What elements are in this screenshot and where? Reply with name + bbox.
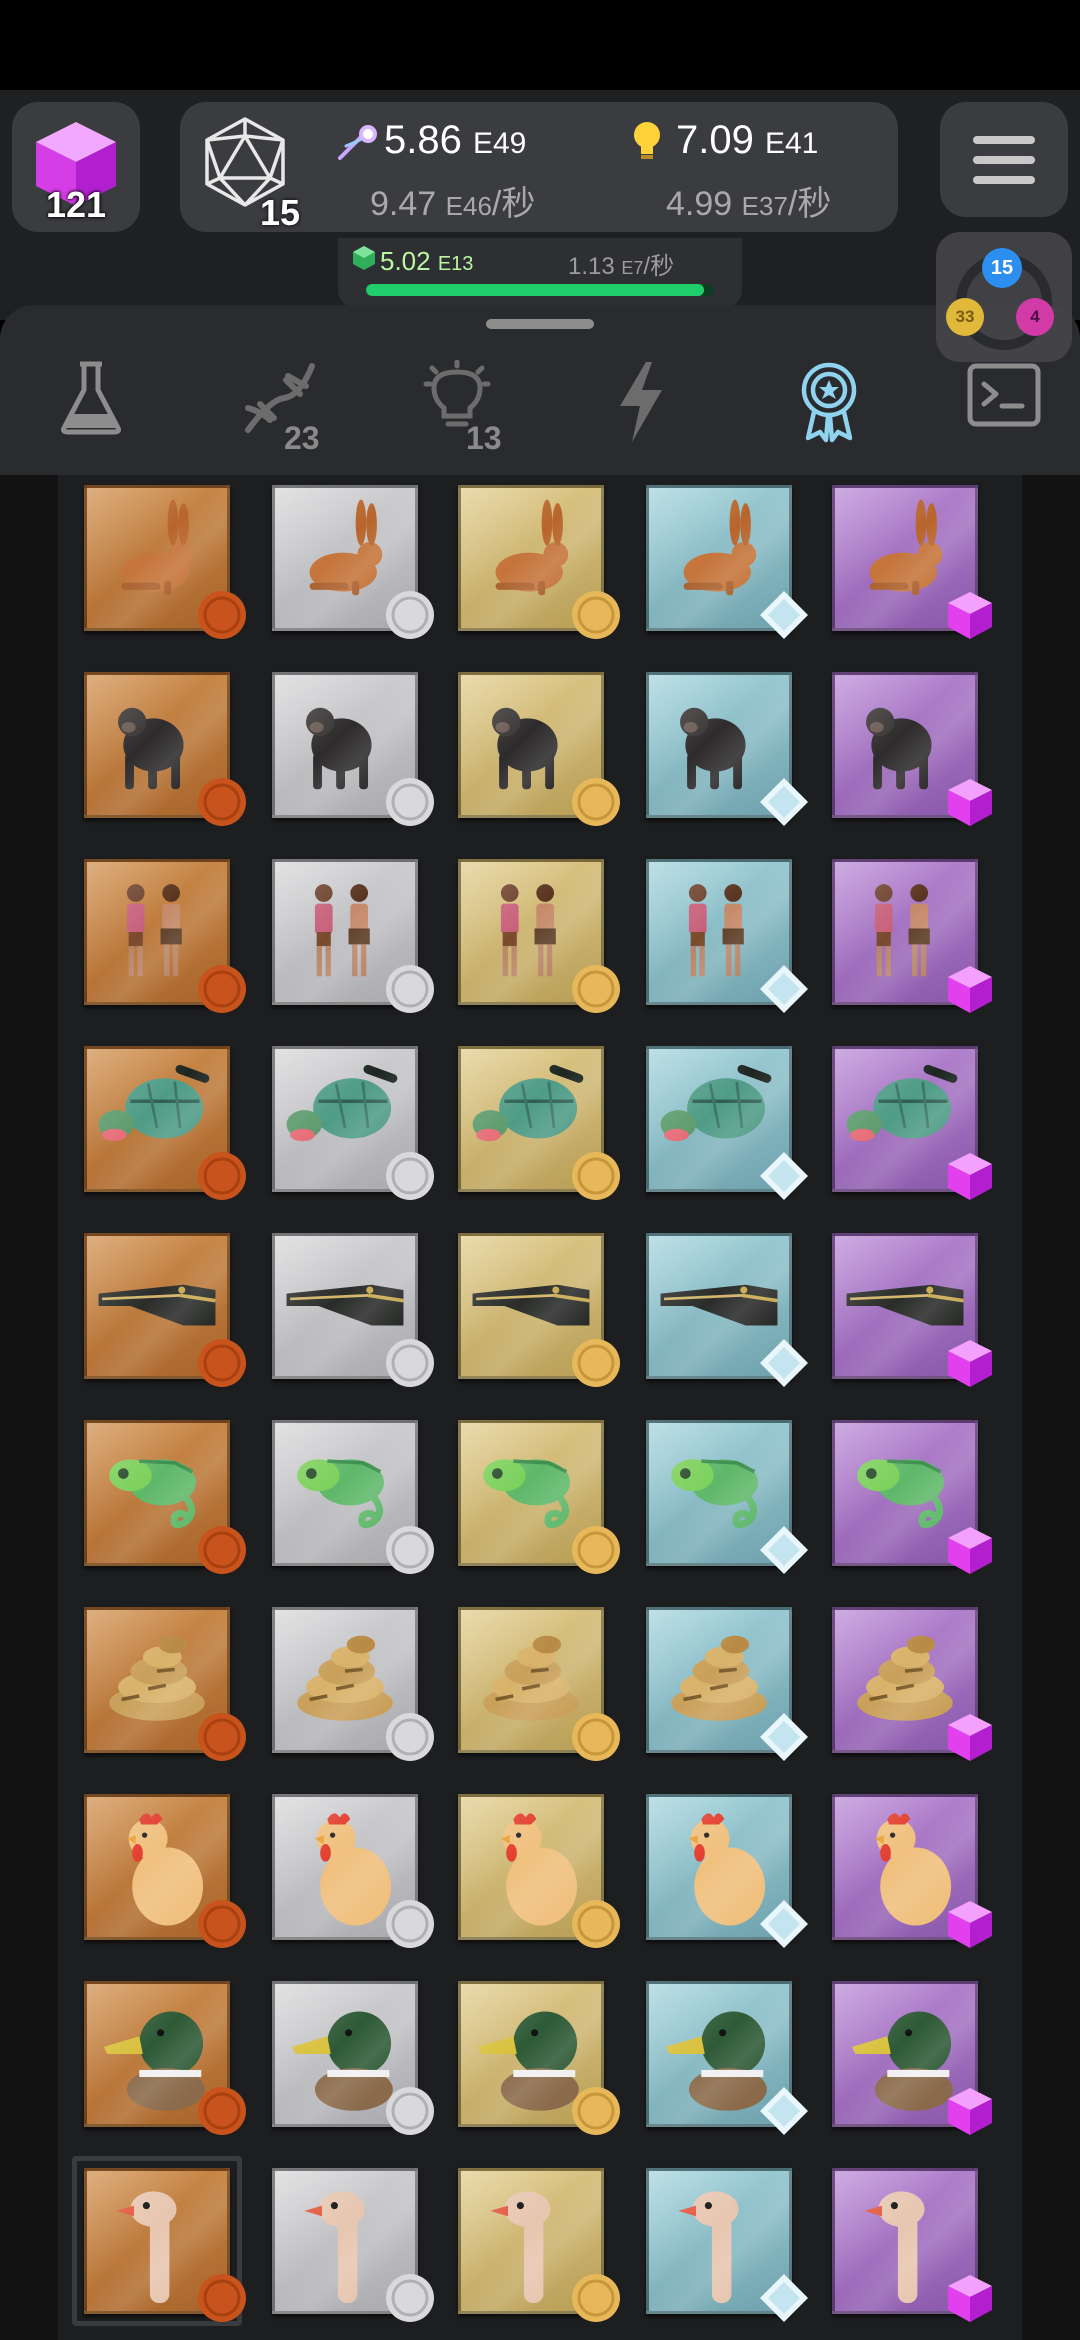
- tab-console[interactable]: [940, 360, 1060, 460]
- stats-top-badge: 15: [982, 248, 1022, 288]
- bronze-medal-icon: [196, 1898, 248, 1950]
- tab-ideas-badge: 13: [466, 420, 502, 456]
- gold-medal-icon: [570, 1337, 622, 1389]
- diamond-medal-icon: [758, 1898, 810, 1950]
- stats-left-badge: 33: [946, 298, 984, 336]
- gold-medal-icon: [570, 1898, 622, 1950]
- tab-dna-badge: 23: [284, 420, 320, 456]
- amethyst-medal-icon: [944, 2272, 996, 2324]
- bronze-medal-icon: [196, 2272, 248, 2324]
- amethyst-medal-icon: [944, 1150, 996, 1202]
- diamond-medal-icon: [758, 2085, 810, 2137]
- gold-medal-icon: [570, 589, 622, 641]
- gold-medal-icon: [570, 776, 622, 828]
- amethyst-medal-icon: [944, 963, 996, 1015]
- lightbulb-icon: [634, 122, 660, 159]
- silver-medal-icon: [384, 1150, 436, 1202]
- stats-right-badge: 4: [1016, 298, 1054, 336]
- gold-medal-icon: [570, 1150, 622, 1202]
- tab-ideas[interactable]: 13: [396, 360, 516, 460]
- diamond-medal-icon: [758, 1337, 810, 1389]
- amethyst-medal-icon: [944, 1337, 996, 1389]
- stats-widget[interactable]: 15 33 4: [936, 232, 1072, 362]
- diamond-medal-icon: [758, 1711, 810, 1763]
- resource-panel: 15 5.86 E49 9.47 E46/秒 7.09 E41 4.99 E37…: [180, 102, 898, 233]
- gem-value: 5.02 E13: [380, 246, 474, 276]
- menu-button[interactable]: [940, 102, 1068, 217]
- bronze-medal-icon: [196, 963, 248, 1015]
- diamond-medal-icon: [758, 1524, 810, 1576]
- gem-progress-bar: [366, 284, 714, 296]
- cube-count: 121: [45, 184, 107, 225]
- bronze-medal-icon: [196, 776, 248, 828]
- tab-lab[interactable]: [30, 360, 150, 460]
- amethyst-medal-icon: [944, 1711, 996, 1763]
- award-medal-icon: [801, 362, 857, 443]
- gold-medal-icon: [570, 2085, 622, 2137]
- gem-progress-fill: [366, 284, 704, 296]
- silver-medal-icon: [384, 776, 436, 828]
- tab-achievements[interactable]: [768, 360, 888, 460]
- bronze-medal-icon: [196, 589, 248, 641]
- bronze-medal-icon: [196, 1337, 248, 1389]
- bronze-medal-icon: [196, 1711, 248, 1763]
- tab-dna[interactable]: 23: [214, 360, 334, 460]
- drag-handle[interactable]: [486, 319, 594, 329]
- green-gem-icon: [353, 246, 375, 270]
- diamond-medal-icon: [758, 963, 810, 1015]
- comet-icon: [338, 125, 377, 160]
- silver-medal-icon: [384, 1337, 436, 1389]
- resource1-value: 5.86 E49: [384, 118, 527, 162]
- achievement-grid: [58, 475, 1022, 2340]
- resource2-rate: 4.99 E37/秒: [666, 185, 832, 223]
- resource1-rate: 9.47 E46/秒: [370, 185, 536, 223]
- silver-medal-icon: [384, 963, 436, 1015]
- gold-medal-icon: [570, 2272, 622, 2324]
- gold-medal-icon: [570, 1524, 622, 1576]
- status-bar: [0, 0, 1080, 90]
- bronze-medal-icon: [196, 2085, 248, 2137]
- resource2-value: 7.09 E41: [676, 118, 819, 162]
- amethyst-medal-icon: [944, 1898, 996, 1950]
- gold-medal-icon: [570, 963, 622, 1015]
- tab-energy[interactable]: [580, 360, 700, 460]
- cube-currency-button[interactable]: 121: [12, 102, 140, 232]
- gold-medal-icon: [570, 1711, 622, 1763]
- bronze-medal-icon: [196, 1524, 248, 1576]
- amethyst-medal-icon: [944, 2085, 996, 2137]
- gem-rate: 1.13 E7/秒: [568, 253, 675, 280]
- gem-progress: 5.02 E13 1.13 E7/秒: [338, 238, 742, 308]
- tab-panel: 23 13: [0, 305, 1080, 475]
- resource-header: 121 15 5.86 E49 9.47 E46/秒 7.09 E41 4.99…: [0, 90, 1080, 320]
- hamburger-icon-line: [973, 136, 1035, 144]
- dice-count: 15: [260, 192, 301, 233]
- diamond-medal-icon: [758, 2272, 810, 2324]
- amethyst-medal-icon: [944, 589, 996, 641]
- silver-medal-icon: [384, 1898, 436, 1950]
- amethyst-medal-icon: [944, 776, 996, 828]
- silver-medal-icon: [384, 2272, 436, 2324]
- flask-icon: [61, 361, 121, 435]
- diamond-medal-icon: [758, 1150, 810, 1202]
- lightning-icon: [620, 362, 662, 442]
- amethyst-medal-icon: [944, 1524, 996, 1576]
- silver-medal-icon: [384, 1711, 436, 1763]
- silver-medal-icon: [384, 589, 436, 641]
- terminal-icon: [967, 363, 1041, 427]
- diamond-medal-icon: [758, 589, 810, 641]
- silver-medal-icon: [384, 1524, 436, 1576]
- diamond-medal-icon: [758, 776, 810, 828]
- bronze-medal-icon: [196, 1150, 248, 1202]
- silver-medal-icon: [384, 2085, 436, 2137]
